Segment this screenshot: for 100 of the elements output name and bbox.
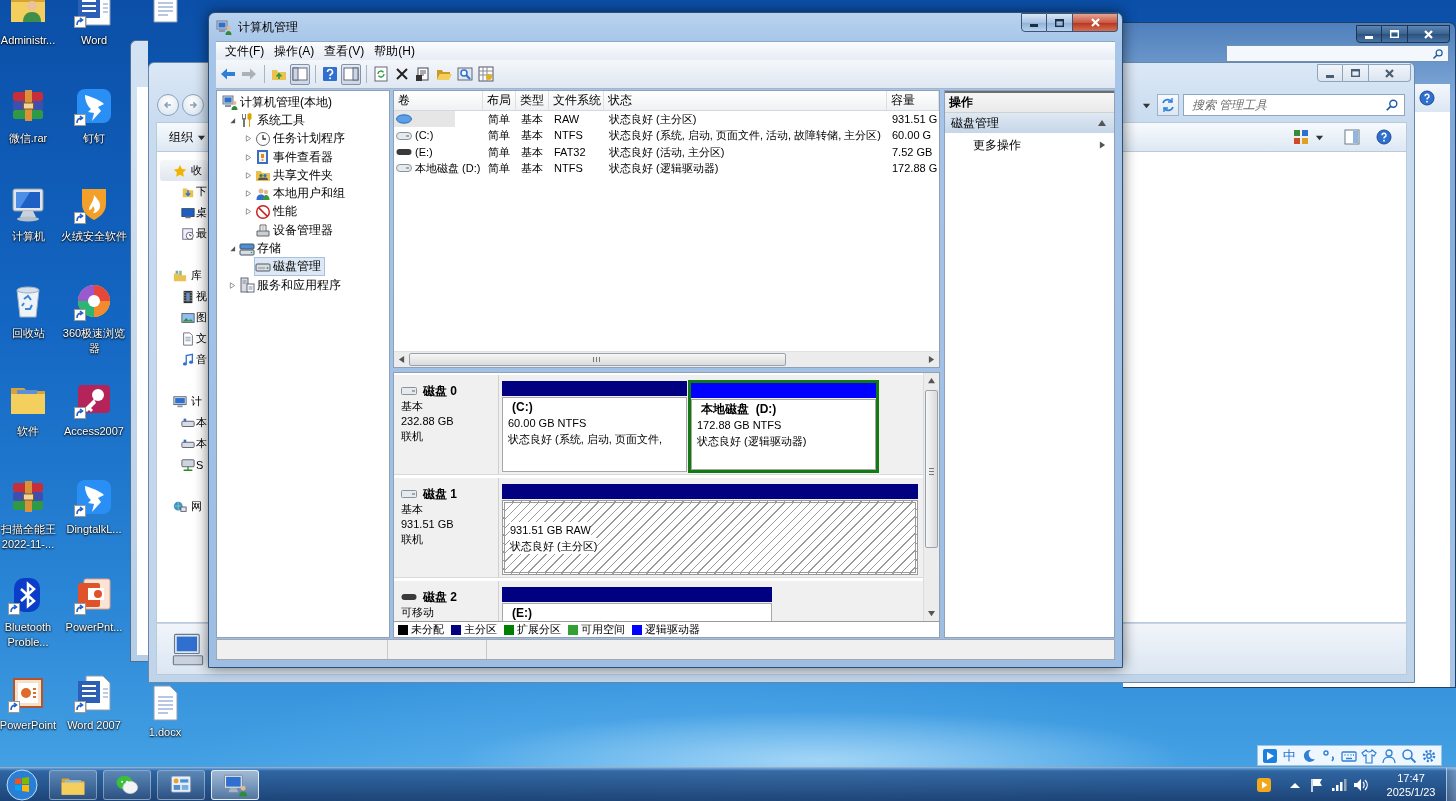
desktop-icon-label[interactable]: 360极速浏览器 — [59, 326, 129, 357]
maximize-button[interactable] — [1382, 25, 1408, 43]
tree-item[interactable]: 磁盘管理 — [254, 257, 325, 277]
maximize-button[interactable] — [1343, 64, 1369, 82]
refresh-button[interactable] — [1157, 94, 1179, 116]
view-options-icon[interactable] — [1293, 129, 1309, 145]
nav-item[interactable]: 音 — [160, 349, 208, 370]
search-field[interactable] — [1226, 45, 1449, 62]
nav-item[interactable]: S — [160, 454, 208, 475]
desktop-icon-label[interactable]: Access2007 — [59, 424, 129, 440]
partition-box[interactable]: 931.51 GB RAW 状态良好 (主分区) — [502, 500, 918, 575]
desktop-icon-label[interactable]: 微信.rar — [0, 130, 59, 146]
partition[interactable]: 本地磁盘 (D:) 172.88 GB NTFS 状态良好 (逻辑驱动器) — [688, 380, 879, 473]
nav-item[interactable]: 最 — [160, 223, 208, 244]
section-header[interactable]: 磁盘管理 — [945, 113, 1114, 133]
nav-item[interactable]: 图 — [160, 307, 208, 328]
tree-item[interactable]: 性能 — [254, 202, 301, 222]
triangle-right-icon[interactable] — [928, 356, 935, 363]
column-header[interactable]: 布局 — [483, 91, 516, 110]
show-pane-button[interactable] — [341, 63, 361, 85]
menu-item[interactable]: 操作(A) — [269, 43, 320, 59]
close-button[interactable] — [1073, 13, 1118, 32]
tree-item[interactable]: 事件查看器 — [254, 147, 337, 167]
column-header[interactable]: 类型 — [516, 91, 549, 110]
desktop-icon-label[interactable]: 计算机 — [0, 228, 59, 244]
volume-cell[interactable]: (C:) — [394, 127, 483, 144]
triangle-left-icon[interactable] — [398, 356, 405, 363]
nav-item[interactable]: 网 — [160, 496, 208, 517]
punctuation-icon[interactable] — [1321, 747, 1337, 764]
flag-icon[interactable] — [1309, 776, 1325, 793]
column-header[interactable]: 卷 — [394, 91, 483, 110]
tree-item[interactable]: 服务和应用程序 — [238, 275, 345, 295]
nav-item[interactable]: 文 — [160, 328, 208, 349]
nav-item[interactable]: 桌 — [160, 202, 208, 223]
user-icon[interactable] — [1381, 747, 1397, 764]
desktop-icon-label[interactable]: 回收站 — [0, 326, 59, 342]
taskbar-button[interactable] — [157, 769, 205, 800]
caret-down-icon[interactable] — [228, 245, 236, 252]
app-logo-icon[interactable] — [1262, 747, 1278, 764]
vertical-scrollbar[interactable] — [923, 373, 939, 621]
minimize-button[interactable] — [1317, 64, 1343, 82]
volume-cell[interactable] — [394, 111, 455, 128]
caret-right-icon[interactable] — [244, 135, 252, 143]
partition-box[interactable]: (E:) — [502, 603, 772, 621]
clock-time[interactable]: 17:47 — [1397, 770, 1425, 785]
help-icon[interactable] — [1419, 90, 1435, 106]
tree-item[interactable]: 计算机管理(本地) — [221, 92, 336, 112]
minimize-button[interactable] — [1021, 13, 1047, 32]
show-desktop-button[interactable] — [1446, 768, 1456, 801]
tree-item[interactable]: 任务计划程序 — [254, 129, 349, 149]
action-item[interactable]: 更多操作 — [945, 135, 1114, 155]
tree-item[interactable]: 系统工具 — [238, 110, 309, 130]
desktop-icon-label[interactable]: Bluetooth Proble... — [0, 619, 59, 650]
signal-icon[interactable] — [1331, 776, 1347, 793]
desktop-icon-label[interactable]: PowerPnt... — [59, 619, 129, 635]
desktop-icon-label[interactable]: 钉钉 — [59, 130, 129, 146]
play-icon[interactable] — [1256, 776, 1272, 793]
caret-right-icon[interactable] — [228, 281, 236, 289]
caret-down-icon[interactable] — [228, 116, 236, 124]
nav-item[interactable]: 库 — [160, 265, 208, 286]
column-header[interactable]: 文件系统 — [549, 91, 604, 110]
taskbar-button[interactable] — [211, 769, 259, 800]
close-button[interactable] — [1369, 64, 1411, 82]
menu-item[interactable]: 文件(F) — [220, 43, 270, 59]
moon-icon[interactable] — [1301, 747, 1317, 764]
show-tree-button[interactable] — [290, 63, 310, 85]
nav-item[interactable]: 下 — [160, 181, 208, 202]
partition-box[interactable]: 本地磁盘 (D:) 172.88 GB NTFS 状态良好 (逻辑驱动器) — [691, 399, 876, 470]
wing-app-icon[interactable] — [74, 477, 114, 517]
taskbar-button[interactable] — [49, 769, 97, 800]
minimize-button[interactable] — [1356, 25, 1382, 43]
desktop-icon-label[interactable]: 软件 — [0, 424, 59, 440]
nav-item[interactable]: 计 — [160, 391, 208, 412]
column-header[interactable]: 容量 — [887, 91, 939, 110]
forward-button[interactable] — [182, 94, 204, 116]
tree-item[interactable]: 共享文件夹 — [254, 165, 337, 185]
desktop-icon-label[interactable]: 扫描全能王 2022-11-... — [0, 522, 59, 552]
caret-right-icon[interactable] — [244, 171, 252, 179]
tree-item[interactable]: 设备管理器 — [254, 220, 337, 240]
shirt-icon[interactable] — [1361, 747, 1377, 764]
close-button[interactable] — [1408, 25, 1450, 43]
maximize-button[interactable] — [1047, 13, 1073, 32]
nav-item[interactable]: 视 — [160, 286, 208, 307]
menu-item[interactable]: 帮助(H) — [369, 43, 420, 59]
nav-item[interactable]: 收 — [160, 160, 208, 181]
nav-item[interactable]: 本 — [160, 433, 208, 454]
triangle-down-icon[interactable] — [928, 610, 935, 617]
tree-item[interactable]: 本地用户和组 — [254, 184, 349, 204]
desktop-icon-label[interactable]: Word — [59, 33, 129, 48]
tree-item[interactable]: 存储 — [238, 239, 285, 259]
partition-box[interactable]: (C:) 60.00 GB NTFS 状态良好 (系统, 启动, 页面文件, — [502, 397, 687, 472]
help-icon[interactable] — [1376, 129, 1392, 145]
input-mode-button[interactable]: 中 — [1282, 747, 1297, 764]
nav-item[interactable]: 本 — [160, 412, 208, 433]
desktop-icon-label[interactable]: DingtalkL... — [59, 522, 129, 537]
volume-cell[interactable]: (E:) — [394, 143, 483, 161]
menu-item[interactable]: 查看(V) — [319, 43, 370, 59]
scrollbar-thumb[interactable] — [409, 353, 786, 366]
search-icon[interactable] — [1401, 747, 1417, 764]
settings-button[interactable] — [476, 63, 496, 85]
